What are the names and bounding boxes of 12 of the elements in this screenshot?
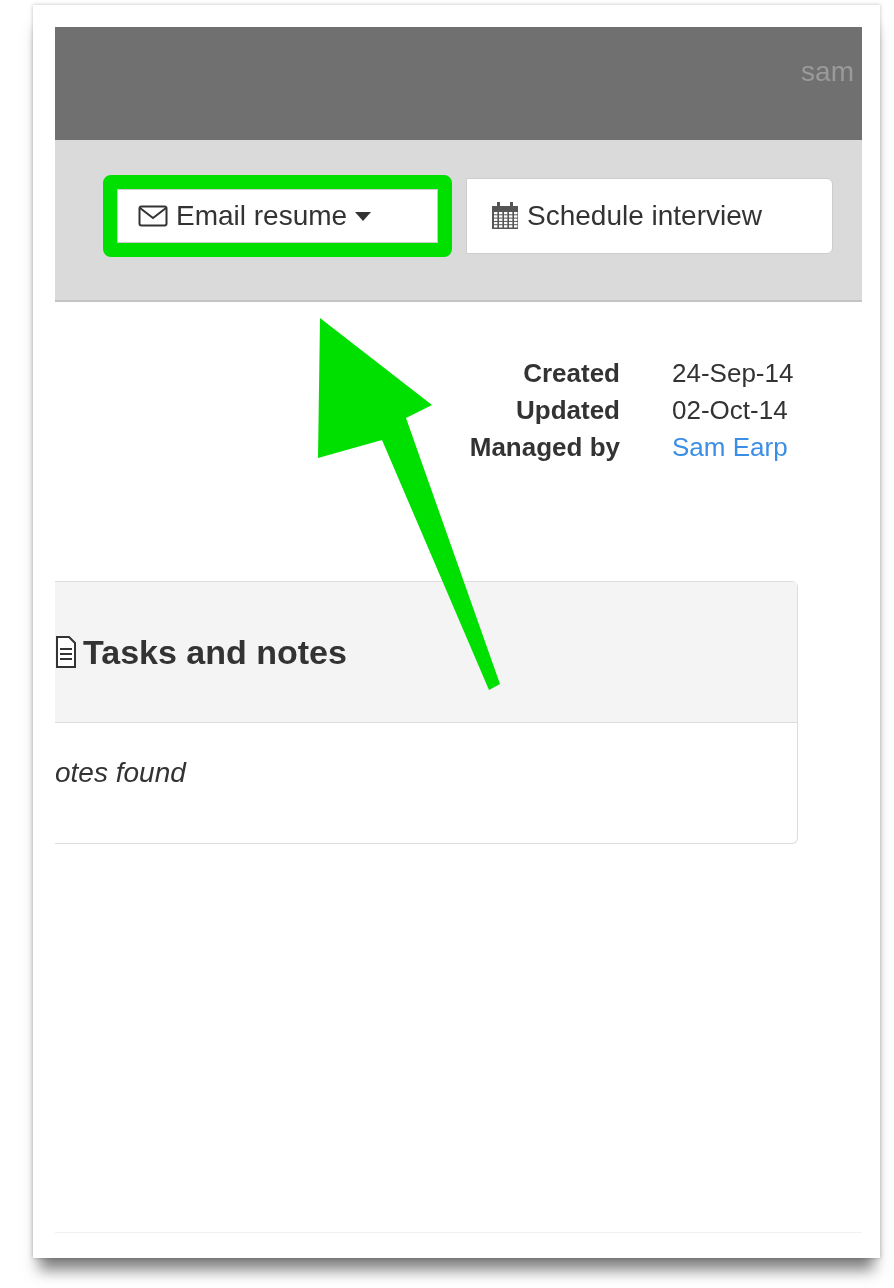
meta-label: Managed by — [468, 432, 620, 463]
caret-icon — [355, 211, 372, 221]
panel-title: Tasks and notes — [83, 632, 347, 672]
meta-label: Updated — [515, 395, 620, 426]
meta-label: Created — [522, 358, 620, 389]
meta-value: 02-Oct-14 — [672, 395, 789, 426]
envelope-icon — [138, 205, 168, 227]
schedule-button[interactable]: Schedule interview — [466, 178, 833, 254]
calendar-icon — [491, 202, 519, 230]
meta-value: 24-Sep-14 — [672, 358, 795, 389]
email-dropdown-button[interactable]: Email resume — [117, 189, 438, 243]
empty-message: otes found — [55, 757, 186, 788]
